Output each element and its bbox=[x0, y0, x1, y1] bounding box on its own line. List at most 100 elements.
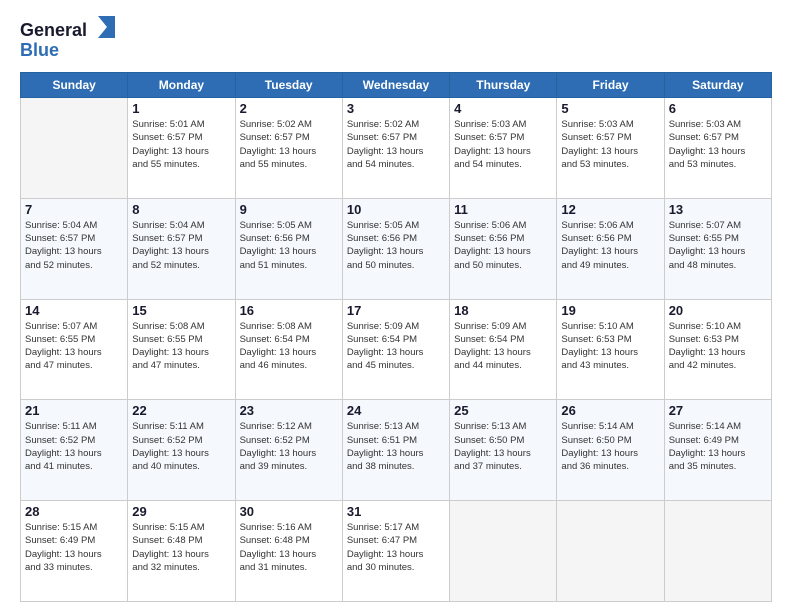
day-number: 23 bbox=[240, 403, 338, 418]
day-info: Sunrise: 5:08 AM Sunset: 6:55 PM Dayligh… bbox=[132, 320, 230, 373]
day-number: 6 bbox=[669, 101, 767, 116]
day-number: 17 bbox=[347, 303, 445, 318]
day-number: 19 bbox=[561, 303, 659, 318]
day-info: Sunrise: 5:10 AM Sunset: 6:53 PM Dayligh… bbox=[561, 320, 659, 373]
header-row: SundayMondayTuesdayWednesdayThursdayFrid… bbox=[21, 73, 772, 98]
calendar-cell: 14 Sunrise: 5:07 AM Sunset: 6:55 PM Dayli… bbox=[21, 299, 128, 400]
day-header-saturday: Saturday bbox=[664, 73, 771, 98]
day-number: 26 bbox=[561, 403, 659, 418]
calendar-cell: 3Sunrise: 5:02 AM Sunset: 6:57 PM Daylig… bbox=[342, 98, 449, 199]
day-info: Sunrise: 5:06 AM Sunset: 6:56 PM Dayligh… bbox=[454, 219, 552, 272]
day-number: 4 bbox=[454, 101, 552, 116]
week-row-2: 7Sunrise: 5:04 AM Sunset: 6:57 PM Daylig… bbox=[21, 198, 772, 299]
calendar-cell: 15 Sunrise: 5:08 AM Sunset: 6:55 PM Dayli… bbox=[128, 299, 235, 400]
day-info: Sunrise: 5:03 AM Sunset: 6:57 PM Dayligh… bbox=[669, 118, 767, 171]
day-number: 2 bbox=[240, 101, 338, 116]
day-number: 29 bbox=[132, 504, 230, 519]
calendar-cell: 9 Sunrise: 5:05 AM Sunset: 6:56 PM Daylig… bbox=[235, 198, 342, 299]
calendar-cell: 22 Sunrise: 5:11 AM Sunset: 6:52 PM Dayli… bbox=[128, 400, 235, 501]
day-info: Sunrise: 5:15 AM Sunset: 6:49 PM Dayligh… bbox=[25, 521, 123, 574]
calendar-cell: 11 Sunrise: 5:06 AM Sunset: 6:56 PM Dayli… bbox=[450, 198, 557, 299]
calendar-cell: 30Sunrise: 5:16 AM Sunset: 6:48 PM Dayli… bbox=[235, 501, 342, 602]
day-number: 12 bbox=[561, 202, 659, 217]
calendar-cell: 27Sunrise: 5:14 AM Sunset: 6:49 PM Dayli… bbox=[664, 400, 771, 501]
day-number: 24 bbox=[347, 403, 445, 418]
day-info: Sunrise: 5:08 AM Sunset: 6:54 PM Dayligh… bbox=[240, 320, 338, 373]
calendar-cell: 19 Sunrise: 5:10 AM Sunset: 6:53 PM Dayli… bbox=[557, 299, 664, 400]
day-info: Sunrise: 5:12 AM Sunset: 6:52 PM Dayligh… bbox=[240, 420, 338, 473]
day-header-monday: Monday bbox=[128, 73, 235, 98]
day-number: 14 bbox=[25, 303, 123, 318]
week-row-1: 1 Sunrise: 5:01 AM Sunset: 6:57 PM Daylig… bbox=[21, 98, 772, 199]
week-row-5: 28 Sunrise: 5:15 AM Sunset: 6:49 PM Dayli… bbox=[21, 501, 772, 602]
calendar-cell: 20 Sunrise: 5:10 AM Sunset: 6:53 PM Dayli… bbox=[664, 299, 771, 400]
day-number: 3 bbox=[347, 101, 445, 116]
day-info: Sunrise: 5:05 AM Sunset: 6:56 PM Dayligh… bbox=[347, 219, 445, 272]
calendar-cell: 13Sunrise: 5:07 AM Sunset: 6:55 PM Dayli… bbox=[664, 198, 771, 299]
day-number: 27 bbox=[669, 403, 767, 418]
day-number: 13 bbox=[669, 202, 767, 217]
day-number: 8 bbox=[132, 202, 230, 217]
day-number: 21 bbox=[25, 403, 123, 418]
calendar-cell bbox=[664, 501, 771, 602]
calendar-cell: 28 Sunrise: 5:15 AM Sunset: 6:49 PM Dayli… bbox=[21, 501, 128, 602]
calendar-cell: 17 Sunrise: 5:09 AM Sunset: 6:54 PM Dayli… bbox=[342, 299, 449, 400]
calendar-cell: 10 Sunrise: 5:05 AM Sunset: 6:56 PM Dayli… bbox=[342, 198, 449, 299]
calendar-cell: 2 Sunrise: 5:02 AM Sunset: 6:57 PM Daylig… bbox=[235, 98, 342, 199]
day-info: Sunrise: 5:03 AM Sunset: 6:57 PM Dayligh… bbox=[561, 118, 659, 171]
day-info: Sunrise: 5:09 AM Sunset: 6:54 PM Dayligh… bbox=[454, 320, 552, 373]
day-number: 28 bbox=[25, 504, 123, 519]
logo-svg: GeneralBlue bbox=[20, 16, 120, 64]
day-info: Sunrise: 5:06 AM Sunset: 6:56 PM Dayligh… bbox=[561, 219, 659, 272]
calendar-cell: 1 Sunrise: 5:01 AM Sunset: 6:57 PM Daylig… bbox=[128, 98, 235, 199]
calendar-cell: 16 Sunrise: 5:08 AM Sunset: 6:54 PM Dayli… bbox=[235, 299, 342, 400]
day-number: 16 bbox=[240, 303, 338, 318]
calendar-cell: 5 Sunrise: 5:03 AM Sunset: 6:57 PM Daylig… bbox=[557, 98, 664, 199]
day-number: 5 bbox=[561, 101, 659, 116]
svg-text:General: General bbox=[20, 20, 87, 40]
calendar-cell: 21Sunrise: 5:11 AM Sunset: 6:52 PM Dayli… bbox=[21, 400, 128, 501]
calendar-cell: 24 Sunrise: 5:13 AM Sunset: 6:51 PM Dayli… bbox=[342, 400, 449, 501]
day-info: Sunrise: 5:16 AM Sunset: 6:48 PM Dayligh… bbox=[240, 521, 338, 574]
calendar-cell: 23 Sunrise: 5:12 AM Sunset: 6:52 PM Dayli… bbox=[235, 400, 342, 501]
day-info: Sunrise: 5:13 AM Sunset: 6:51 PM Dayligh… bbox=[347, 420, 445, 473]
day-header-thursday: Thursday bbox=[450, 73, 557, 98]
day-info: Sunrise: 5:02 AM Sunset: 6:57 PM Dayligh… bbox=[240, 118, 338, 171]
day-number: 22 bbox=[132, 403, 230, 418]
day-header-wednesday: Wednesday bbox=[342, 73, 449, 98]
day-number: 15 bbox=[132, 303, 230, 318]
calendar-table: SundayMondayTuesdayWednesdayThursdayFrid… bbox=[20, 72, 772, 602]
day-number: 18 bbox=[454, 303, 552, 318]
day-number: 9 bbox=[240, 202, 338, 217]
calendar-cell: 29 Sunrise: 5:15 AM Sunset: 6:48 PM Dayli… bbox=[128, 501, 235, 602]
day-info: Sunrise: 5:01 AM Sunset: 6:57 PM Dayligh… bbox=[132, 118, 230, 171]
svg-text:Blue: Blue bbox=[20, 40, 59, 60]
week-row-3: 14 Sunrise: 5:07 AM Sunset: 6:55 PM Dayli… bbox=[21, 299, 772, 400]
calendar-cell: 26 Sunrise: 5:14 AM Sunset: 6:50 PM Dayli… bbox=[557, 400, 664, 501]
day-header-sunday: Sunday bbox=[21, 73, 128, 98]
calendar-cell: 7Sunrise: 5:04 AM Sunset: 6:57 PM Daylig… bbox=[21, 198, 128, 299]
calendar-cell: 8Sunrise: 5:04 AM Sunset: 6:57 PM Daylig… bbox=[128, 198, 235, 299]
calendar-cell bbox=[450, 501, 557, 602]
day-info: Sunrise: 5:09 AM Sunset: 6:54 PM Dayligh… bbox=[347, 320, 445, 373]
day-info: Sunrise: 5:15 AM Sunset: 6:48 PM Dayligh… bbox=[132, 521, 230, 574]
day-header-tuesday: Tuesday bbox=[235, 73, 342, 98]
calendar-cell: 4 Sunrise: 5:03 AM Sunset: 6:57 PM Daylig… bbox=[450, 98, 557, 199]
day-info: Sunrise: 5:17 AM Sunset: 6:47 PM Dayligh… bbox=[347, 521, 445, 574]
day-number: 11 bbox=[454, 202, 552, 217]
day-number: 10 bbox=[347, 202, 445, 217]
day-number: 20 bbox=[669, 303, 767, 318]
day-info: Sunrise: 5:07 AM Sunset: 6:55 PM Dayligh… bbox=[25, 320, 123, 373]
day-info: Sunrise: 5:13 AM Sunset: 6:50 PM Dayligh… bbox=[454, 420, 552, 473]
page: GeneralBlue SundayMondayTuesdayWednesday… bbox=[0, 0, 792, 612]
day-info: Sunrise: 5:14 AM Sunset: 6:50 PM Dayligh… bbox=[561, 420, 659, 473]
day-info: Sunrise: 5:10 AM Sunset: 6:53 PM Dayligh… bbox=[669, 320, 767, 373]
calendar-cell bbox=[557, 501, 664, 602]
day-info: Sunrise: 5:04 AM Sunset: 6:57 PM Dayligh… bbox=[25, 219, 123, 272]
day-info: Sunrise: 5:11 AM Sunset: 6:52 PM Dayligh… bbox=[132, 420, 230, 473]
calendar-cell: 6 Sunrise: 5:03 AM Sunset: 6:57 PM Daylig… bbox=[664, 98, 771, 199]
logo: GeneralBlue bbox=[20, 16, 120, 64]
day-info: Sunrise: 5:03 AM Sunset: 6:57 PM Dayligh… bbox=[454, 118, 552, 171]
day-info: Sunrise: 5:05 AM Sunset: 6:56 PM Dayligh… bbox=[240, 219, 338, 272]
day-number: 1 bbox=[132, 101, 230, 116]
